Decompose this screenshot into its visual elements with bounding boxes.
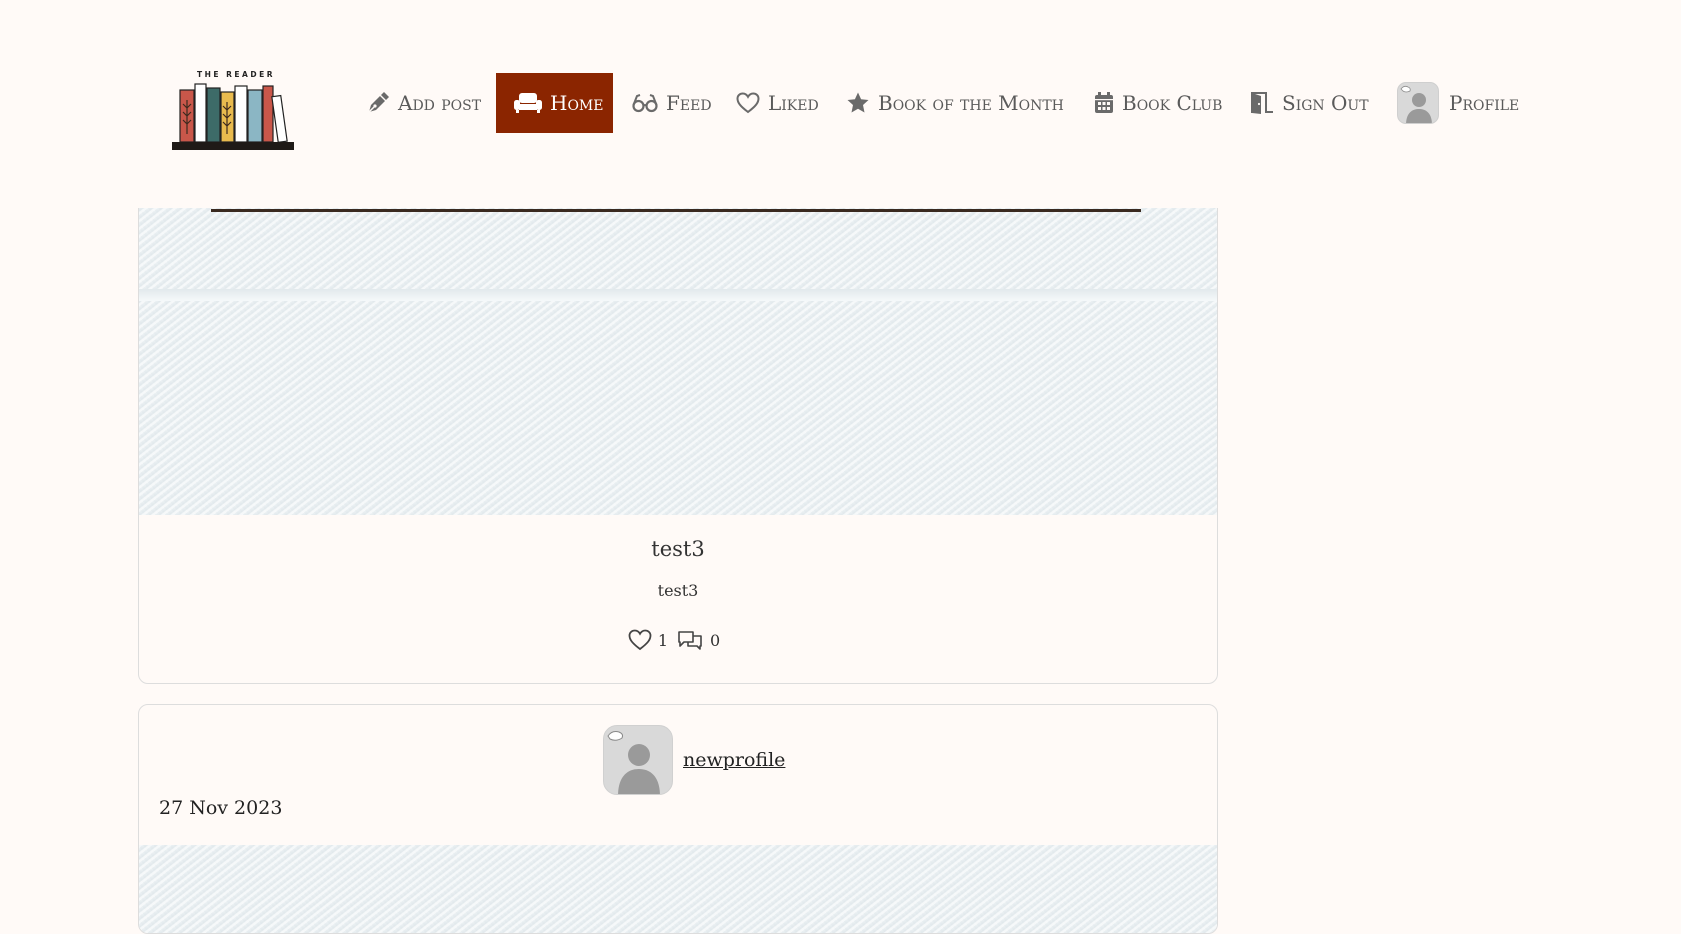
navbar: THE READER Add post Home Feed Liked Book… [0, 0, 1681, 208]
post-card: test3 test3 1 0 [138, 150, 1218, 684]
nav-home-label: Home [550, 91, 604, 115]
couch-icon [514, 93, 542, 113]
comment-count: 0 [710, 630, 721, 650]
default-avatar-icon [1400, 85, 1432, 123]
nav-feed[interactable]: Feed [632, 73, 712, 133]
image-paper-fold [139, 289, 1217, 301]
nav-profile-label: Profile [1449, 91, 1520, 115]
door-icon [1251, 92, 1273, 114]
calendar-icon [1095, 92, 1113, 113]
default-avatar-icon [607, 731, 660, 794]
like-heart-icon[interactable] [628, 629, 652, 651]
nav-sign-out[interactable]: Sign Out [1250, 73, 1369, 133]
nav-add-post-label: Add post [398, 91, 482, 115]
nav-sign-out-label: Sign Out [1282, 91, 1369, 115]
star-icon [847, 92, 869, 113]
nav-add-post[interactable]: Add post [366, 73, 481, 133]
author-name-link[interactable]: newprofile [683, 749, 785, 771]
post-image[interactable] [139, 845, 1217, 933]
heart-icon [736, 92, 760, 114]
nav-liked-label: Liked [768, 91, 819, 115]
nav-profile[interactable]: Profile [1397, 73, 1519, 133]
post-date: 27 Nov 2023 [159, 797, 283, 819]
post-stats: 1 0 [139, 629, 1217, 651]
pen-icon [368, 92, 389, 113]
logo[interactable]: THE READER [172, 68, 300, 152]
image-book-edge [211, 209, 1141, 212]
nav-book-club[interactable]: Book Club [1094, 73, 1222, 133]
logo-text: THE READER [197, 70, 275, 79]
post-card: newprofile 27 Nov 2023 [138, 704, 1218, 934]
bookshelf-logo-icon [172, 83, 294, 150]
post-author: newprofile [603, 725, 785, 795]
post-title[interactable]: test3 [139, 537, 1217, 561]
nav-feed-label: Feed [666, 91, 712, 115]
like-count: 1 [657, 630, 668, 650]
nav-home[interactable]: Home [496, 73, 614, 133]
comments-icon[interactable] [676, 629, 704, 651]
glasses-icon [632, 94, 658, 113]
nav-liked[interactable]: Liked [736, 73, 819, 133]
profile-avatar [1397, 82, 1439, 124]
post-excerpt: test3 [657, 581, 699, 600]
nav-book-of-the-month[interactable]: Book of the Month [846, 73, 1064, 133]
author-avatar[interactable] [603, 725, 673, 795]
nav-book-club-label: Book Club [1122, 91, 1223, 115]
nav-book-of-the-month-label: Book of the Month [878, 91, 1064, 115]
